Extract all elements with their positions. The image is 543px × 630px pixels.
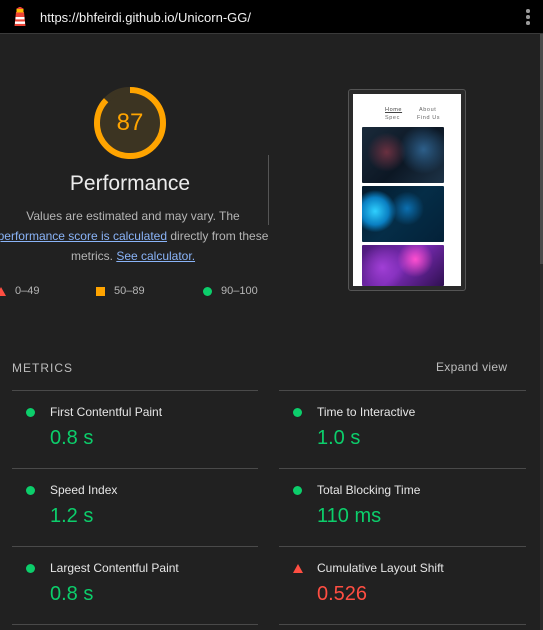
legend-average: 50–89 bbox=[96, 285, 145, 297]
green-circle-icon bbox=[203, 286, 212, 296]
metric-divider bbox=[279, 546, 526, 547]
address-bar: https://bhfeirdi.github.io/Unicorn-GG/ bbox=[0, 0, 543, 34]
pass-circle-icon bbox=[26, 564, 35, 573]
thumb-nav-home: Home bbox=[385, 107, 403, 113]
legend-label: 90–100 bbox=[221, 285, 258, 298]
thumbnail-photo-purple-setup bbox=[362, 245, 444, 286]
red-triangle-icon bbox=[0, 286, 6, 296]
metric-lcp-value: 0.8 s bbox=[50, 583, 94, 605]
metric-tbt-value: 110 ms bbox=[317, 505, 382, 527]
legend-pass: 90–100 bbox=[203, 285, 258, 297]
legend-label: 50–89 bbox=[114, 285, 145, 298]
metric-tbt-label: Total Blocking Time bbox=[317, 483, 421, 497]
thumb-nav-about: About bbox=[419, 107, 437, 113]
thumbnail-photo-pc-fans bbox=[362, 186, 444, 242]
metric-divider bbox=[12, 468, 258, 469]
pass-circle-icon bbox=[26, 408, 35, 417]
pass-circle-icon bbox=[26, 486, 35, 495]
metric-divider bbox=[279, 624, 526, 625]
page-url[interactable]: https://bhfeirdi.github.io/Unicorn-GG/ bbox=[40, 10, 251, 25]
metric-fcp-value: 0.8 s bbox=[50, 427, 94, 449]
thumbnail-photo-gamers bbox=[362, 127, 444, 183]
metric-lcp-label: Largest Contentful Paint bbox=[50, 561, 179, 575]
metric-si-value: 1.2 s bbox=[50, 505, 94, 527]
metric-divider bbox=[279, 468, 526, 469]
vertical-divider bbox=[268, 155, 269, 225]
description-text: Values are estimated and may vary. The bbox=[26, 209, 240, 223]
metric-cls-label: Cumulative Layout Shift bbox=[317, 561, 444, 575]
lighthouse-icon bbox=[14, 7, 26, 26]
metric-tti-value: 1.0 s bbox=[317, 427, 361, 449]
score-calculated-link[interactable]: performance score is calculated bbox=[0, 229, 167, 243]
kebab-menu-icon[interactable] bbox=[522, 9, 534, 27]
fail-triangle-icon bbox=[293, 564, 303, 573]
metric-cls-value: 0.526 bbox=[317, 583, 368, 605]
thumb-nav-find-us: Find Us bbox=[417, 115, 441, 121]
pass-circle-icon bbox=[293, 486, 302, 495]
expand-view-toggle[interactable]: Expand view bbox=[436, 360, 507, 374]
metrics-heading: METRICS bbox=[12, 361, 73, 375]
category-description: Values are estimated and may vary. The p… bbox=[0, 206, 280, 266]
metric-divider bbox=[12, 546, 258, 547]
performance-score: 87 bbox=[116, 109, 144, 136]
metric-divider bbox=[12, 390, 258, 391]
metric-fcp-label: First Contentful Paint bbox=[50, 405, 163, 419]
thumb-nav-spec: Spec bbox=[385, 115, 400, 121]
metric-tti-label: Time to Interactive bbox=[317, 405, 416, 419]
legend-label: 0–49 bbox=[15, 285, 40, 298]
legend-fail: 0–49 bbox=[0, 285, 39, 297]
metric-si-label: Speed Index bbox=[50, 483, 118, 497]
see-calculator-link[interactable]: See calculator. bbox=[116, 249, 195, 263]
metric-divider bbox=[279, 390, 526, 391]
pass-circle-icon bbox=[293, 408, 302, 417]
metric-divider bbox=[12, 624, 258, 625]
category-title: Performance bbox=[69, 172, 191, 195]
orange-square-icon bbox=[96, 286, 105, 296]
final-screenshot: Home About Spec Find Us bbox=[353, 94, 461, 286]
